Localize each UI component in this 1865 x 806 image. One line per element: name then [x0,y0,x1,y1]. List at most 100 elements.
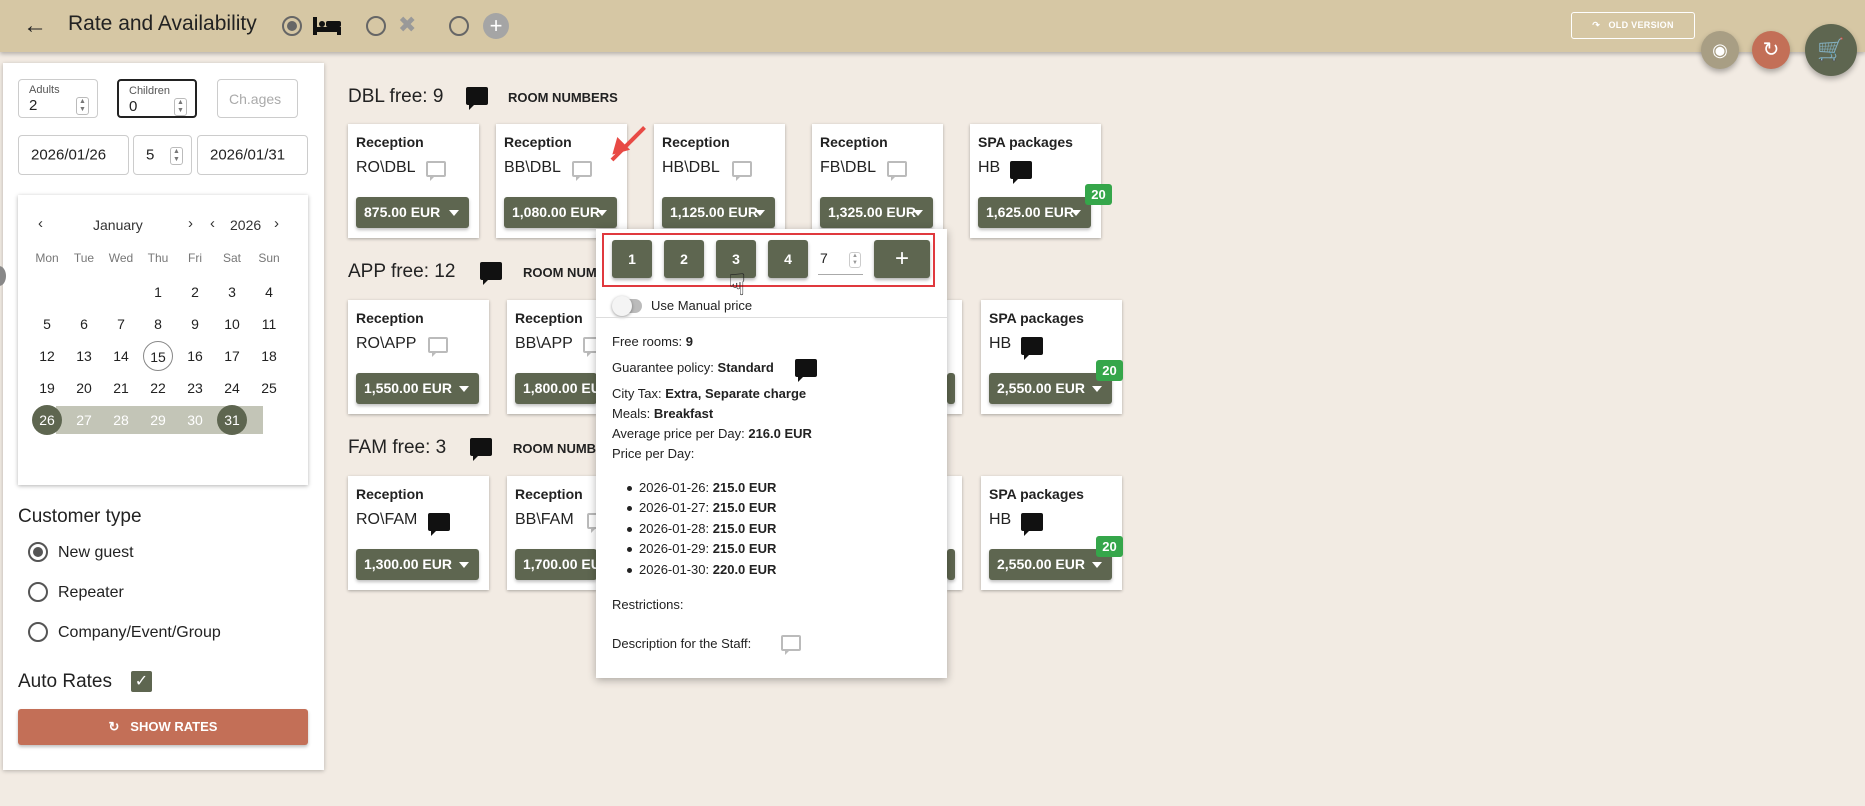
calendar-day[interactable]: 25 [254,373,284,403]
rooms-count-input[interactable]: 7 ▲ ▼ [818,245,863,275]
calendar-month[interactable]: January [93,217,143,233]
customer-radio-new-guest[interactable] [28,542,48,562]
calendar-day[interactable]: 6 [69,309,99,339]
prev-month-icon[interactable]: ‹ [38,215,43,232]
calendar-day[interactable]: 2 [180,277,210,307]
rooms-count-stepper[interactable]: ▲ ▼ [849,252,861,268]
calendar-day[interactable]: 14 [106,341,136,371]
adults-stepper[interactable]: ▲ ▼ [76,97,89,115]
room-numbers-button[interactable]: ROOM NUMBERS [513,441,598,456]
comment-outline-icon[interactable] [428,337,448,357]
mode-radio-walkin[interactable] [366,16,386,36]
cart-button[interactable]: 🛒 [1805,24,1857,76]
calendar-day[interactable]: 11 [254,309,284,339]
price-dropdown-button[interactable]: 1,080.00 EUR [504,197,617,228]
room-numbers-button[interactable]: ROOM NUMBERS [508,90,618,105]
customer-radio-repeater[interactable] [28,582,48,602]
calendar-day[interactable]: 15 [143,341,173,371]
calendar-day[interactable]: 30 [180,405,210,435]
price-dropdown-button[interactable]: 1,800.00 EUR [515,373,597,404]
customer-option-repeater[interactable]: Repeater [58,584,124,602]
children-stepper[interactable]: ▲ ▼ [174,98,187,116]
nights-stepper[interactable]: ▲ ▼ [170,147,183,165]
calendar-day[interactable]: 19 [32,373,62,403]
calendar-day[interactable]: 31 [217,405,247,435]
comment-outline-icon[interactable] [781,635,801,655]
next-month-icon[interactable]: › [188,215,193,232]
comment-icon[interactable] [1021,513,1043,536]
prev-year-icon[interactable]: ‹ [210,215,215,232]
room-numbers-button[interactable]: ROOM NUMBERS [523,265,598,280]
price-dropdown-button[interactable] [947,549,955,580]
comment-outline-icon[interactable] [426,161,446,181]
calendar-day[interactable]: 5 [32,309,62,339]
comment-icon[interactable] [428,513,450,536]
show-rates-button[interactable]: ↻ SHOW RATES [18,709,308,745]
old-version-button[interactable]: ↷ OLD VERSION [1571,12,1695,39]
calendar-day[interactable]: 28 [106,405,136,435]
comment-outline-icon[interactable] [732,161,752,181]
next-year-icon[interactable]: › [274,215,279,232]
calendar-day[interactable]: 18 [254,341,284,371]
calendar-day[interactable]: 1 [143,277,173,307]
price-dropdown-button[interactable]: 1,325.00 EUR [820,197,933,228]
calendar-day[interactable]: 10 [217,309,247,339]
mode-radio-rooms[interactable] [282,16,302,36]
price-dropdown-button[interactable]: 1,700.00 EUR [515,549,597,580]
back-arrow-icon[interactable]: ← [22,13,48,39]
comment-icon[interactable] [480,262,502,285]
mode-radio-extra[interactable] [449,16,469,36]
price-dropdown-button[interactable]: 1,300.00 EUR [356,549,479,580]
arrival-date-field[interactable]: 2026/01/26 [18,135,129,175]
calendar-day[interactable]: 13 [69,341,99,371]
children-ages-field[interactable]: Ch.ages [217,79,298,118]
calendar-day[interactable]: 9 [180,309,210,339]
nights-field[interactable]: 5 ▲ ▼ [133,135,192,175]
customer-radio-company[interactable] [28,622,48,642]
comment-icon[interactable] [1010,161,1032,184]
calendar-day[interactable]: 7 [106,309,136,339]
calendar-day[interactable]: 8 [143,309,173,339]
calendar-day[interactable]: 21 [106,373,136,403]
calendar-day[interactable]: 12 [32,341,62,371]
comment-icon[interactable] [1021,337,1043,360]
calendar-day[interactable]: 29 [143,405,173,435]
add-rooms-button[interactable]: + [874,240,930,278]
calendar-day[interactable]: 17 [217,341,247,371]
comment-outline-icon[interactable] [887,161,907,181]
calendar-day[interactable]: 20 [69,373,99,403]
departure-date-field[interactable]: 2026/01/31 [197,135,308,175]
calendar-day[interactable]: 26 [32,405,62,435]
auto-rates-checkbox[interactable]: ✓ [131,671,152,692]
calendar-day[interactable]: 27 [69,405,99,435]
calendar-day[interactable]: 16 [180,341,210,371]
rooms-count-button-4[interactable]: 4 [768,240,808,278]
price-dropdown-button[interactable]: 2,550.00 EUR [989,549,1112,580]
comment-icon[interactable] [795,359,817,382]
calendar-day[interactable]: 22 [143,373,173,403]
price-dropdown-button[interactable]: 1,125.00 EUR [662,197,775,228]
price-dropdown-button[interactable]: 1,550.00 EUR [356,373,479,404]
calendar-year[interactable]: 2026 [230,217,261,233]
manual-price-toggle[interactable] [612,296,642,316]
children-field[interactable]: Children 0 ▲ ▼ [117,79,197,118]
price-dropdown-button[interactable]: 1,625.00 EUR [978,197,1091,228]
rooms-count-button-2[interactable]: 2 [664,240,704,278]
comment-outline-icon[interactable] [572,161,592,181]
price-dropdown-button[interactable]: 875.00 EUR [356,197,469,228]
customer-option-company[interactable]: Company/Event/Group [58,624,221,642]
comment-icon[interactable] [466,87,488,110]
adults-value: 2 [29,97,38,114]
price-dropdown-button[interactable]: 2,550.00 EUR [989,373,1112,404]
calendar-day[interactable]: 24 [217,373,247,403]
calendar-day[interactable]: 23 [180,373,210,403]
refresh-button[interactable]: ↻ [1752,31,1790,69]
adults-field[interactable]: Adults 2 ▲ ▼ [18,79,98,118]
customer-option-new-guest[interactable]: New guest [58,544,134,562]
price-dropdown-button[interactable] [947,373,955,404]
calendar-day[interactable]: 3 [217,277,247,307]
comment-icon[interactable] [470,438,492,461]
calendar-day[interactable]: 4 [254,277,284,307]
rooms-count-button-1[interactable]: 1 [612,240,652,278]
preview-eye-button[interactable]: ◉ [1701,31,1739,69]
